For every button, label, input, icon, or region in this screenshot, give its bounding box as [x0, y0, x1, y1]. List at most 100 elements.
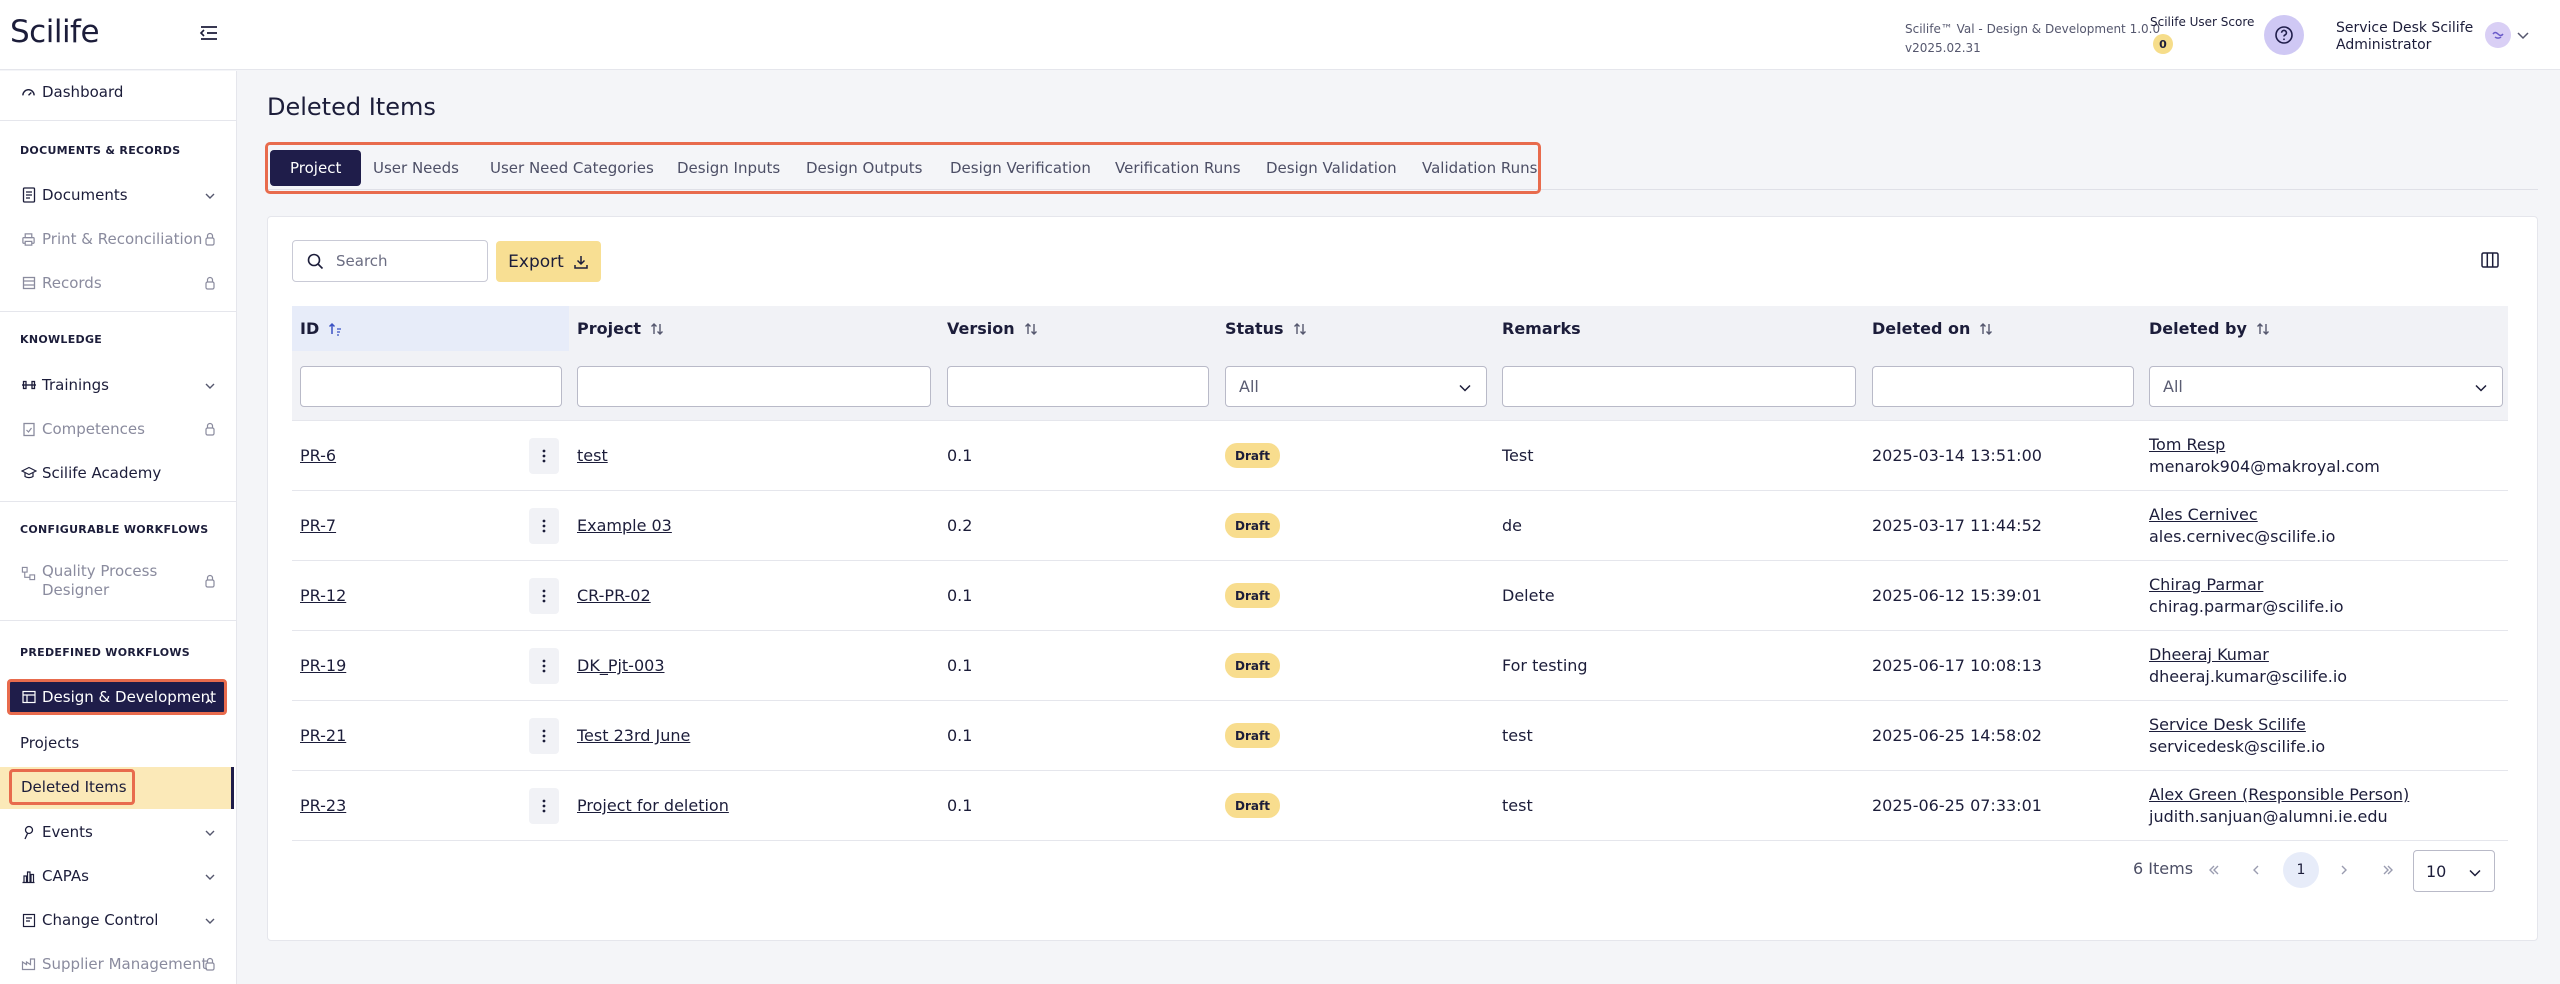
- row-deleted-by-link[interactable]: Alex Green (Responsible Person): [2149, 785, 2409, 804]
- last-page-icon[interactable]: [2370, 852, 2406, 888]
- row-remarks: Test: [1502, 446, 1534, 465]
- scilife-logo[interactable]: Scilife: [10, 14, 100, 50]
- first-page-icon[interactable]: [2196, 852, 2232, 888]
- sidebar-item-scilife-academy[interactable]: Scilife Academy: [0, 458, 230, 488]
- row-deleted-by-email: ales.cernivec@scilife.io: [2149, 527, 2336, 546]
- search-box[interactable]: [292, 240, 488, 282]
- project-filter[interactable]: [577, 366, 931, 407]
- sidebar-item-events[interactable]: Events: [0, 817, 230, 847]
- sidebar-item-label: Records: [42, 274, 102, 292]
- row-id-link[interactable]: PR-21: [300, 726, 346, 745]
- sidebar-item-deleted-items[interactable]: Deleted Items: [9, 769, 135, 805]
- tab-verification-runs[interactable]: Verification Runs: [1115, 150, 1241, 186]
- sidebar-item-change-control[interactable]: Change Control: [0, 905, 230, 935]
- collapse-sidebar-icon[interactable]: [198, 22, 222, 46]
- column-header-id[interactable]: ID: [292, 306, 569, 351]
- tab-design-inputs[interactable]: Design Inputs: [677, 150, 780, 186]
- row-project-link[interactable]: DK_Pjt-003: [577, 656, 665, 675]
- row-actions-menu-icon[interactable]: [529, 578, 559, 614]
- row-actions-menu-icon[interactable]: [529, 648, 559, 684]
- sidebar-item-documents[interactable]: Documents: [0, 180, 230, 210]
- column-header-version[interactable]: Version: [947, 306, 1039, 351]
- search-icon: [307, 253, 324, 269]
- search-input[interactable]: [336, 252, 476, 270]
- row-actions-menu-icon[interactable]: [529, 718, 559, 754]
- user-menu-chevron-down-icon[interactable]: [2516, 27, 2530, 46]
- version-filter-input[interactable]: [948, 367, 1208, 406]
- deleted-by-filter-select[interactable]: All: [2149, 366, 2503, 407]
- tab-design-verification[interactable]: Design Verification: [950, 150, 1091, 186]
- next-page-icon[interactable]: [2326, 852, 2362, 888]
- page-size-select[interactable]: 10: [2413, 850, 2495, 892]
- row-deleted-by-link[interactable]: Service Desk Scilife: [2149, 715, 2306, 734]
- row-version: 0.1: [947, 726, 973, 745]
- section-knowledge: KNOWLEDGE: [20, 333, 103, 346]
- previous-page-icon[interactable]: [2238, 852, 2274, 888]
- tab-user-needs[interactable]: User Needs: [373, 150, 459, 186]
- sidebar-item-label: Scilife Academy: [42, 464, 162, 482]
- row-id-link[interactable]: PR-23: [300, 796, 346, 815]
- table-row: PR-23 Project for deletion 0.1 Draft tes…: [292, 771, 2508, 841]
- column-header-status[interactable]: Status: [1225, 306, 1308, 351]
- columns-icon[interactable]: [2480, 250, 2502, 272]
- row-project-link[interactable]: test: [577, 446, 608, 465]
- row-deleted-by-link[interactable]: Ales Cernivec: [2149, 505, 2258, 524]
- column-header-deleted-on[interactable]: Deleted on: [1872, 306, 1994, 351]
- tab-design-outputs[interactable]: Design Outputs: [806, 150, 922, 186]
- row-deleted-by-link[interactable]: Chirag Parmar: [2149, 575, 2263, 594]
- row-id-link[interactable]: PR-12: [300, 586, 346, 605]
- sidebar-item-design-development[interactable]: Design & Development: [7, 679, 227, 715]
- row-id-link[interactable]: PR-7: [300, 516, 336, 535]
- lock-icon: [204, 574, 216, 593]
- tab-project[interactable]: Project: [270, 150, 362, 186]
- deleted-on-filter[interactable]: [1872, 366, 2134, 407]
- sidebar-item-supplier-management[interactable]: Supplier Management: [0, 949, 230, 979]
- remarks-filter[interactable]: [1502, 366, 1856, 407]
- row-version: 0.2: [947, 516, 973, 535]
- export-button[interactable]: Export: [496, 241, 601, 282]
- row-deleted-by-link[interactable]: Dheeraj Kumar: [2149, 645, 2269, 664]
- row-project-link[interactable]: Project for deletion: [577, 796, 729, 815]
- help-button[interactable]: [2264, 15, 2304, 55]
- row-project-link[interactable]: Example 03: [577, 516, 672, 535]
- row-deleted-by-link[interactable]: Tom Resp: [2149, 435, 2225, 454]
- dashboard-icon: [20, 84, 37, 101]
- row-id-link[interactable]: PR-19: [300, 656, 346, 675]
- sidebar-item-projects[interactable]: Projects: [0, 724, 237, 762]
- sidebar-divider: [0, 501, 237, 502]
- column-header-deleted-by[interactable]: Deleted by: [2149, 306, 2271, 351]
- row-actions-menu-icon[interactable]: [529, 438, 559, 474]
- row-project-link[interactable]: Test 23rd June: [577, 726, 690, 745]
- page-number-button[interactable]: 1: [2283, 852, 2319, 888]
- sidebar-item-records[interactable]: Records: [0, 268, 230, 298]
- sidebar-item-competences[interactable]: Competences: [0, 414, 230, 444]
- sidebar-item-trainings[interactable]: Trainings: [0, 370, 230, 400]
- row-project-link[interactable]: CR-PR-02: [577, 586, 651, 605]
- version-filter[interactable]: [947, 366, 1209, 407]
- row-actions-menu-icon[interactable]: [529, 788, 559, 824]
- id-filter[interactable]: [300, 366, 562, 407]
- status-filter-value: All: [1239, 377, 1259, 396]
- sidebar-item-print-reconciliation[interactable]: Print & Reconciliation: [0, 224, 230, 254]
- column-header-project[interactable]: Project: [577, 306, 665, 351]
- sidebar-item-quality-process-designer[interactable]: Quality Process Designer: [0, 561, 230, 601]
- status-filter-select[interactable]: All: [1225, 366, 1487, 407]
- deleted-on-filter-input[interactable]: [1873, 367, 2133, 406]
- sidebar-item-dashboard[interactable]: Dashboard: [0, 77, 230, 107]
- tab-design-validation[interactable]: Design Validation: [1266, 150, 1397, 186]
- sidebar-item-label: Designer: [42, 581, 110, 599]
- status-badge: Draft: [1225, 723, 1280, 748]
- tab-user-need-categories[interactable]: User Need Categories: [490, 150, 654, 186]
- sidebar-item-capas[interactable]: CAPAs: [0, 861, 230, 891]
- chevron-down-icon: [204, 188, 216, 206]
- row-version: 0.1: [947, 446, 973, 465]
- project-filter-input[interactable]: [578, 367, 930, 406]
- sidebar-item-label: Trainings: [42, 376, 110, 394]
- export-label: Export: [508, 251, 564, 272]
- id-filter-input[interactable]: [301, 367, 561, 406]
- remarks-filter-input[interactable]: [1503, 367, 1855, 406]
- row-actions-menu-icon[interactable]: [529, 508, 559, 544]
- row-id-link[interactable]: PR-6: [300, 446, 336, 465]
- tab-validation-runs[interactable]: Validation Runs: [1422, 150, 1537, 186]
- avatar[interactable]: [2485, 22, 2511, 48]
